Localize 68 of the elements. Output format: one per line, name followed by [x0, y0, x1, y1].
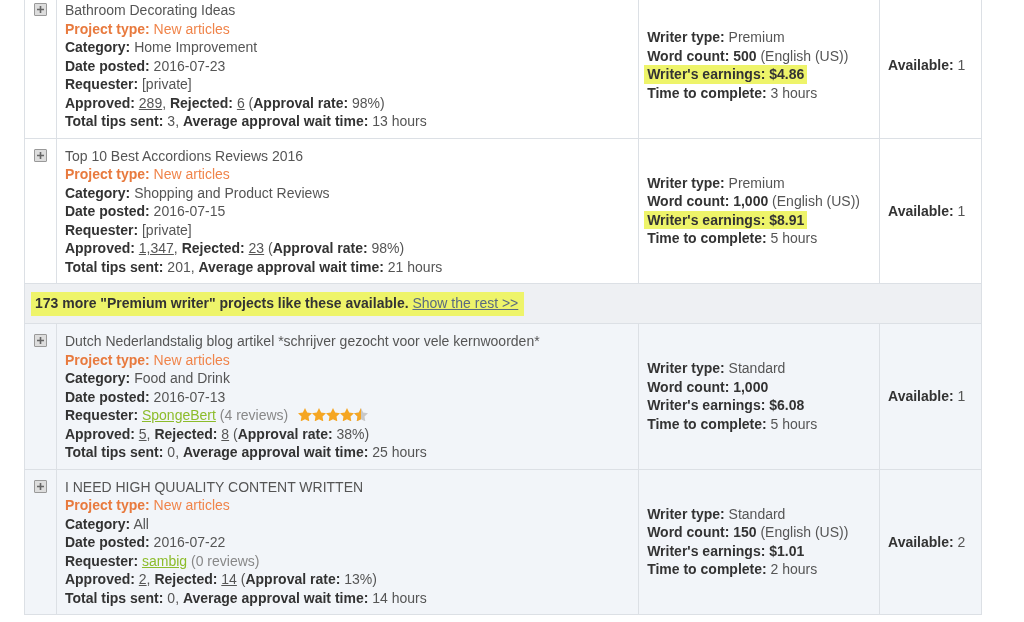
detail-line: Time to complete: 3 hours	[647, 83, 818, 103]
detail-line: Approved: 289, Rejected: 6 (Approval rate: 98%)	[64, 93, 385, 112]
plus-icon	[35, 480, 46, 492]
count-link[interactable]: 6	[236, 94, 245, 111]
detail-line: Word count: 1,000	[647, 377, 769, 397]
project-title: Top 10 Best Accordions Reviews 2016	[64, 146, 304, 165]
detail-line: Requester: [private]	[64, 75, 192, 94]
detail-line: Writer type: Standard	[647, 504, 786, 524]
availability-text: Available: 2	[888, 532, 966, 551]
detail-line: Word count: 500 (English (US))	[647, 46, 849, 66]
detail-line: Project type: New articles	[64, 19, 230, 38]
project-title: Dutch Nederlandstalig blog artikel *schrijver gezocht voor vele kernwoorden*	[64, 332, 540, 351]
detail-line: Word count: 1,000 (English (US))	[647, 192, 861, 211]
plus-icon	[35, 149, 46, 161]
detail-line: Total tips sent: 0, Average approval wait time: 25 hours	[64, 443, 427, 462]
star-icon	[298, 407, 313, 421]
star-icon	[312, 407, 327, 421]
detail-line: Requester: sambig (0 reviews)	[64, 551, 260, 570]
promo-text: 173 more "Premium writer" projects like these available.	[35, 295, 409, 311]
detail-line: Time to complete: 5 hours	[647, 229, 818, 248]
expand-button[interactable]	[34, 148, 47, 162]
detail-line: Total tips sent: 201, Average approval wait time: 21 hours	[64, 257, 443, 276]
star-icon	[354, 407, 369, 421]
detail-line: Approved: 1,347, Rejected: 23 (Approval rate: 98%)	[64, 239, 405, 258]
detail-line: Date posted: 2016-07-13	[64, 387, 226, 406]
star-icon	[340, 407, 355, 421]
show-rest-link[interactable]: Show the rest >>	[412, 295, 519, 311]
availability-text: Available: 1	[888, 56, 966, 75]
detail-line: Date posted: 2016-07-22	[64, 533, 226, 552]
detail-line: Writer's earnings: $1.01	[647, 541, 805, 561]
detail-line: Category: All	[64, 514, 149, 533]
detail-line: Time to complete: 5 hours	[647, 414, 818, 434]
detail-line: Writer type: Standard	[647, 359, 786, 378]
detail-line: Word count: 150 (English (US))	[647, 523, 849, 542]
detail-line: Requester: [private]	[64, 220, 192, 239]
detail-line: Writer type: Premium	[647, 173, 785, 193]
expand-button[interactable]	[34, 334, 47, 347]
count-link[interactable]: 23	[248, 240, 265, 256]
count-link[interactable]: 1,347	[138, 240, 174, 256]
detail-line: Time to complete: 2 hours	[647, 560, 818, 579]
detail-line: Date posted: 2016-07-15	[64, 202, 226, 221]
detail-line: Category: Food and Drink	[64, 369, 230, 388]
detail-line: Writer's earnings: $6.08	[647, 396, 805, 415]
availability-text: Available: 1	[888, 387, 966, 406]
detail-line: Total tips sent: 0, Average approval wait time: 14 hours	[64, 588, 427, 607]
star-icon	[326, 407, 341, 421]
count-link[interactable]: 5	[138, 425, 147, 442]
detail-line: Total tips sent: 3, Average approval wait time: 13 hours	[64, 112, 427, 131]
plus-icon	[35, 4, 46, 15]
count-link[interactable]: 14	[221, 571, 237, 587]
detail-line: Project type: New articles	[64, 350, 230, 369]
detail-line: Approved: 2, Rejected: 14 (Approval rate: 13%)	[64, 570, 377, 589]
detail-line: Requester: SpongeBert (4 reviews)	[64, 406, 289, 425]
availability-text: Available: 1	[888, 201, 966, 220]
count-link[interactable]: 2	[138, 571, 147, 587]
expand-button[interactable]	[34, 3, 47, 16]
detail-line: Project type: New articles	[64, 165, 230, 184]
expand-button[interactable]	[34, 479, 47, 493]
plus-icon	[35, 335, 46, 346]
detail-line: Category: Shopping and Product Reviews	[64, 183, 330, 202]
project-title: Bathroom Decorating Ideas	[64, 1, 236, 20]
detail-line: Approved: 5, Rejected: 8 (Approval rate: 38%)	[64, 424, 370, 443]
detail-line: Category: Home Improvement	[64, 38, 258, 57]
count-link[interactable]: 8	[221, 425, 230, 442]
detail-line: Date posted: 2016-07-23	[64, 56, 226, 75]
detail-line: Project type: New articles	[64, 496, 230, 515]
project-title: I NEED HIGH QUUALITY CONTENT WRITTEN	[64, 477, 364, 496]
detail-line: Writer type: Premium	[647, 28, 785, 47]
